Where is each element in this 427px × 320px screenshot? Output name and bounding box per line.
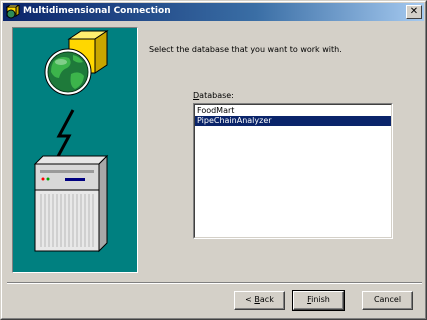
server-icon — [33, 154, 109, 253]
dialog-window: Multidimensional Connection ✕ Select the… — [0, 0, 427, 320]
close-button[interactable]: ✕ — [406, 5, 422, 19]
database-label: Database: — [193, 91, 234, 100]
finish-rest: inish — [311, 295, 330, 304]
finish-button[interactable]: Finish — [292, 290, 345, 311]
cancel-button-label: Cancel — [373, 295, 402, 304]
illustration-art — [33, 30, 109, 253]
button-separator — [7, 282, 422, 284]
lightning-bolt-icon — [53, 109, 75, 163]
connection-icon — [5, 4, 21, 19]
database-listbox[interactable]: FoodMart PipeChainAnalyzer — [193, 103, 393, 239]
finish-button-label: Finish — [307, 295, 330, 304]
back-button[interactable]: < Back — [234, 291, 285, 310]
database-list: FoodMart PipeChainAnalyzer — [194, 104, 392, 238]
instruction-text: Select the database that you want to wor… — [149, 45, 342, 54]
window-title: Multidimensional Connection — [23, 6, 171, 16]
wizard-illustration — [12, 27, 138, 273]
back-rest: ack — [259, 295, 274, 304]
globe-icon — [44, 48, 92, 96]
back-button-label: < Back — [245, 295, 274, 304]
close-icon: ✕ — [409, 6, 419, 17]
database-label-rest: atabase: — [199, 91, 234, 100]
cancel-button[interactable]: Cancel — [362, 291, 413, 310]
title-bar[interactable]: Multidimensional Connection ✕ — [3, 3, 424, 21]
database-list-item[interactable]: FoodMart — [195, 106, 391, 116]
database-list-item[interactable]: PipeChainAnalyzer — [195, 116, 391, 126]
